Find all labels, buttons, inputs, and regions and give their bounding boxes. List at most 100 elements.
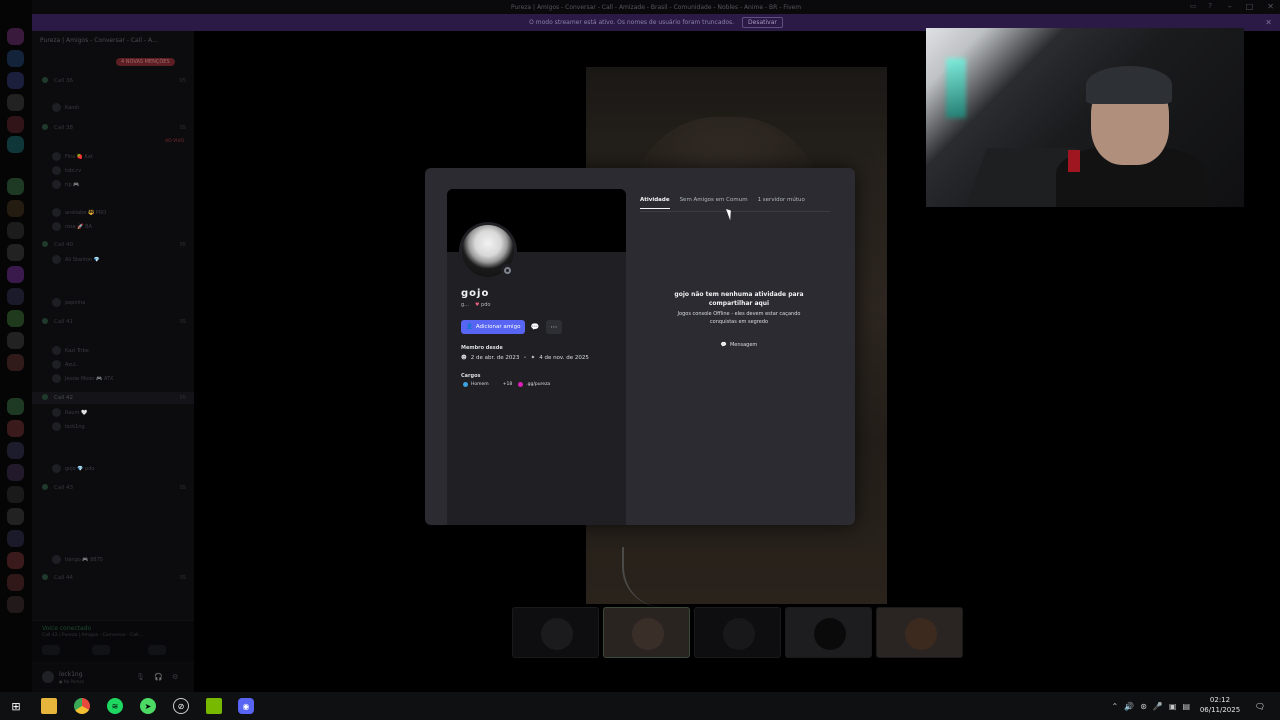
avatar[interactable]: [459, 222, 517, 280]
server-icon[interactable]: [7, 398, 24, 415]
participant-tile[interactable]: [603, 607, 690, 658]
app-icon[interactable]: ⊘: [173, 698, 189, 714]
add-friend-button[interactable]: 👤 Adicionar amigo: [461, 320, 526, 334]
server-icon[interactable]: [7, 464, 24, 481]
avatar: [52, 222, 61, 231]
file-explorer-icon[interactable]: [41, 698, 57, 714]
list-item[interactable]: lock1ng: [32, 420, 194, 434]
server-name[interactable]: Pureza | Amigos - Conversar - Call - A..…: [40, 37, 158, 44]
voice-channel[interactable]: Call 36 05: [32, 75, 194, 87]
network-icon[interactable]: ▣: [1169, 702, 1177, 711]
server-icon[interactable]: [7, 178, 24, 195]
headphones-icon[interactable]: 🎧: [154, 673, 163, 681]
avatar: [52, 103, 61, 112]
chevron-up-icon[interactable]: ⌃: [1112, 702, 1119, 711]
voice-channel[interactable]: Call 44 05: [32, 572, 194, 584]
server-icon[interactable]: [7, 596, 24, 613]
server-icon[interactable]: [7, 28, 24, 45]
inbox-icon[interactable]: ▭: [1190, 2, 1197, 10]
server-icon[interactable]: [7, 200, 24, 217]
list-item[interactable]: Fina 🍓 Kat: [32, 150, 194, 164]
list-item[interactable]: gojo 💎 pdo: [32, 462, 194, 476]
list-item[interactable]: Jessie Moon 🎮 ATX: [32, 372, 194, 386]
screen-share-button[interactable]: [92, 645, 110, 655]
server-icon[interactable]: [7, 530, 24, 547]
avatar: [52, 180, 61, 189]
server-icon[interactable]: [7, 442, 24, 459]
avatar[interactable]: [42, 671, 54, 683]
message-icon[interactable]: 💬: [528, 320, 542, 334]
microphone-icon[interactable]: 🎙: [136, 673, 145, 681]
voice-channel[interactable]: Call 40 05: [32, 239, 194, 251]
server-icon[interactable]: [7, 116, 24, 133]
list-item[interactable]: Kazi Tribe: [32, 344, 194, 358]
role-chip[interactable]: .gg/pureza: [518, 382, 550, 387]
voice-channel[interactable]: Call 43 05: [32, 482, 194, 494]
maximize-button[interactable]: □: [1246, 2, 1254, 11]
tab-mutual-friends[interactable]: Sem Amigos em Comum: [680, 197, 748, 209]
role-chip[interactable]: Homem: [463, 382, 489, 387]
server-icon[interactable]: [7, 244, 24, 261]
server-icon[interactable]: [7, 332, 24, 349]
voice-channel[interactable]: Call 41 05: [32, 316, 194, 328]
voice-channel[interactable]: Call 38 05: [32, 122, 194, 134]
microphone-icon[interactable]: 🎤: [1153, 702, 1163, 711]
new-mentions-pill[interactable]: 4 NOVAS MENÇÕES: [116, 58, 175, 66]
message-button[interactable]: 💬 Mensagem: [715, 339, 763, 351]
tab-mutual-servers[interactable]: 1 servidor mútuo: [758, 197, 805, 209]
volume-icon[interactable]: 🔊: [1124, 702, 1134, 711]
voice-channel-name[interactable]: Call 42 / Pureza | Amigos - Conversar - …: [42, 633, 143, 638]
server-icon[interactable]: [7, 288, 24, 305]
list-item[interactable]: All Stanton 💎: [32, 253, 194, 267]
participant-tile[interactable]: [512, 607, 599, 658]
gear-icon[interactable]: ⚙: [172, 673, 178, 681]
server-icon[interactable]: [7, 420, 24, 437]
help-icon[interactable]: ?: [1208, 2, 1212, 10]
list-item[interactable]: Kandi: [32, 101, 194, 115]
minimize-button[interactable]: –: [1228, 2, 1232, 11]
server-icon[interactable]: [7, 72, 24, 89]
server-icon[interactable]: [7, 486, 24, 503]
camera-button[interactable]: [42, 645, 60, 655]
server-icon[interactable]: [7, 222, 24, 239]
server-icon[interactable]: [7, 94, 24, 111]
list-item[interactable]: tobi.rv: [32, 164, 194, 178]
list-item[interactable]: pepinha: [32, 296, 194, 310]
server-icon[interactable]: [7, 574, 24, 591]
tab-activity[interactable]: Atividade: [640, 197, 670, 209]
activity-button[interactable]: [148, 645, 166, 655]
app-tray-icon[interactable]: ⊛: [1140, 702, 1147, 711]
notice-close-icon[interactable]: ✕: [1265, 18, 1272, 27]
display-icon[interactable]: ▤: [1182, 702, 1190, 711]
clock[interactable]: 02:12 06/11/2025: [1195, 695, 1245, 715]
server-icon[interactable]: [7, 552, 24, 569]
server-icon[interactable]: [7, 310, 24, 327]
server-icon: ✦: [530, 355, 536, 361]
chrome-icon[interactable]: [74, 698, 90, 714]
list-item[interactable]: tiengo 🎮 8875: [32, 553, 194, 567]
spotify-icon[interactable]: ≋: [107, 698, 123, 714]
server-icon[interactable]: [7, 50, 24, 67]
participant-tile[interactable]: [694, 607, 781, 658]
server-icon[interactable]: [7, 508, 24, 525]
server-icon[interactable]: [7, 136, 24, 153]
voice-channel-active[interactable]: Call 42 05: [32, 392, 194, 404]
discord-icon[interactable]: ◉: [238, 698, 254, 714]
close-button[interactable]: ✕: [1267, 2, 1274, 11]
participant-tile[interactable]: [876, 607, 963, 658]
list-item[interactable]: Azul..: [32, 358, 194, 372]
notice-disable-button[interactable]: Desativar: [742, 17, 783, 28]
notification-icon[interactable]: 🗨: [1252, 698, 1268, 714]
list-item[interactable]: rip 🎮: [32, 178, 194, 192]
nvidia-icon[interactable]: [206, 698, 222, 714]
participant-tile[interactable]: [785, 607, 872, 658]
list-item[interactable]: aneliabe 🔱 PRO: [32, 206, 194, 220]
list-item[interactable]: rose 🚀 BA: [32, 220, 194, 234]
server-icon[interactable]: [7, 354, 24, 371]
windows-start-icon[interactable]: ⊞: [8, 698, 24, 714]
list-item[interactable]: Raum 🤍: [32, 406, 194, 420]
messenger-icon[interactable]: ➤: [140, 698, 156, 714]
more-options-icon[interactable]: ⋯: [546, 320, 562, 334]
server-icon[interactable]: [7, 266, 24, 283]
role-chip[interactable]: +18: [494, 382, 512, 387]
